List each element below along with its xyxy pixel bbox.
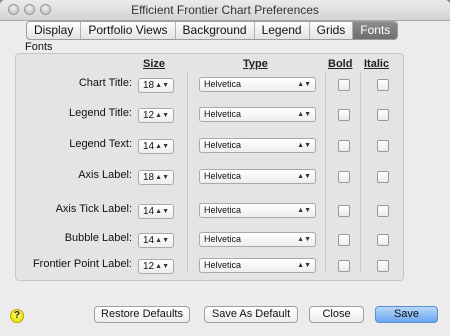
bubble-label-label: Bubble Label:	[64, 232, 132, 244]
stepper-icon: ▲▼	[297, 111, 311, 118]
window-title: Efficient Frontier Chart Preferences	[131, 3, 319, 17]
save-button[interactable]: Save	[375, 306, 438, 323]
type-column-header: Type	[243, 58, 268, 70]
stepper-icon: ▲▼	[297, 262, 311, 269]
tab-bar: Display Portfolio Views Background Legen…	[26, 21, 399, 40]
frontier-point-label-italic-checkbox[interactable]	[377, 260, 389, 272]
bubble-label-bold-checkbox[interactable]	[338, 234, 350, 246]
stepper-icon: ▲▼	[155, 237, 169, 244]
legend-title-label: Legend Title:	[69, 107, 132, 119]
legend-title-italic-checkbox[interactable]	[377, 109, 389, 121]
stepper-icon: ▲▼	[155, 263, 169, 270]
tab-grids[interactable]: Grids	[308, 22, 353, 39]
axis-tick-label-italic-checkbox[interactable]	[377, 205, 389, 217]
legend-text-type-select[interactable]: Helvetica ▲▼	[199, 138, 316, 153]
legend-title-bold-checkbox[interactable]	[338, 109, 350, 121]
bubble-label-size-select[interactable]: 14 ▲▼	[138, 233, 174, 248]
tab-display[interactable]: Display	[27, 22, 80, 39]
bubble-label-italic-checkbox[interactable]	[377, 234, 389, 246]
close-button[interactable]: Close	[309, 306, 364, 323]
stepper-icon: ▲▼	[155, 112, 169, 119]
stepper-icon: ▲▼	[155, 174, 169, 181]
help-button[interactable]: ?	[10, 309, 24, 323]
chart-title-type-select[interactable]: Helvetica ▲▼	[199, 77, 316, 92]
stepper-icon: ▲▼	[297, 173, 311, 180]
title-bar: Efficient Frontier Chart Preferences	[0, 0, 450, 21]
frontier-point-label-size-select[interactable]: 12 ▲▼	[138, 259, 174, 274]
frontier-point-label-type-select[interactable]: Helvetica ▲▼	[199, 258, 316, 273]
column-divider	[325, 72, 326, 272]
italic-column-header: Italic	[364, 58, 390, 70]
bubble-label-type-select[interactable]: Helvetica ▲▼	[199, 232, 316, 247]
axis-tick-label-type-select[interactable]: Helvetica ▲▼	[199, 203, 316, 218]
tab-legend[interactable]: Legend	[253, 22, 309, 39]
stepper-icon: ▲▼	[297, 207, 311, 214]
column-divider	[187, 72, 188, 272]
chart-title-label: Chart Title:	[78, 77, 132, 89]
axis-label-italic-checkbox[interactable]	[377, 171, 389, 183]
chart-title-size-select[interactable]: 18 ▲▼	[138, 78, 174, 93]
stepper-icon: ▲▼	[155, 82, 169, 89]
axis-label-bold-checkbox[interactable]	[338, 171, 350, 183]
frontier-point-label-bold-checkbox[interactable]	[338, 260, 350, 272]
preferences-window: Efficient Frontier Chart Preferences Dis…	[0, 0, 450, 336]
stepper-icon: ▲▼	[297, 236, 311, 243]
stepper-icon: ▲▼	[155, 143, 169, 150]
restore-defaults-button[interactable]: Restore Defaults	[94, 306, 190, 323]
fonts-group-label: Fonts	[25, 41, 53, 53]
chart-title-italic-checkbox[interactable]	[377, 79, 389, 91]
frontier-point-label-label: Frontier Point Label:	[32, 258, 132, 270]
size-column-header: Size	[143, 58, 166, 70]
axis-label-type-select[interactable]: Helvetica ▲▼	[199, 169, 316, 184]
axis-label-size-select[interactable]: 18 ▲▼	[138, 170, 174, 185]
save-as-default-button[interactable]: Save As Default	[204, 306, 298, 323]
bold-column-header: Bold	[328, 58, 353, 70]
tab-portfolio-views[interactable]: Portfolio Views	[80, 22, 174, 39]
legend-text-size-select[interactable]: 14 ▲▼	[138, 139, 174, 154]
tab-fonts[interactable]: Fonts	[352, 22, 398, 39]
legend-title-size-select[interactable]: 12 ▲▼	[138, 108, 174, 123]
axis-label-label: Axis Label:	[78, 169, 132, 181]
tab-background[interactable]: Background	[174, 22, 254, 39]
axis-tick-label-bold-checkbox[interactable]	[338, 205, 350, 217]
column-divider	[360, 72, 361, 272]
legend-text-italic-checkbox[interactable]	[377, 140, 389, 152]
chart-title-bold-checkbox[interactable]	[338, 79, 350, 91]
axis-tick-label-label: Axis Tick Label:	[55, 203, 132, 215]
stepper-icon: ▲▼	[297, 81, 311, 88]
stepper-icon: ▲▼	[297, 142, 311, 149]
legend-text-bold-checkbox[interactable]	[338, 140, 350, 152]
legend-title-type-select[interactable]: Helvetica ▲▼	[199, 107, 316, 122]
legend-text-label: Legend Text:	[69, 138, 132, 150]
axis-tick-label-size-select[interactable]: 14 ▲▼	[138, 204, 174, 219]
stepper-icon: ▲▼	[155, 208, 169, 215]
